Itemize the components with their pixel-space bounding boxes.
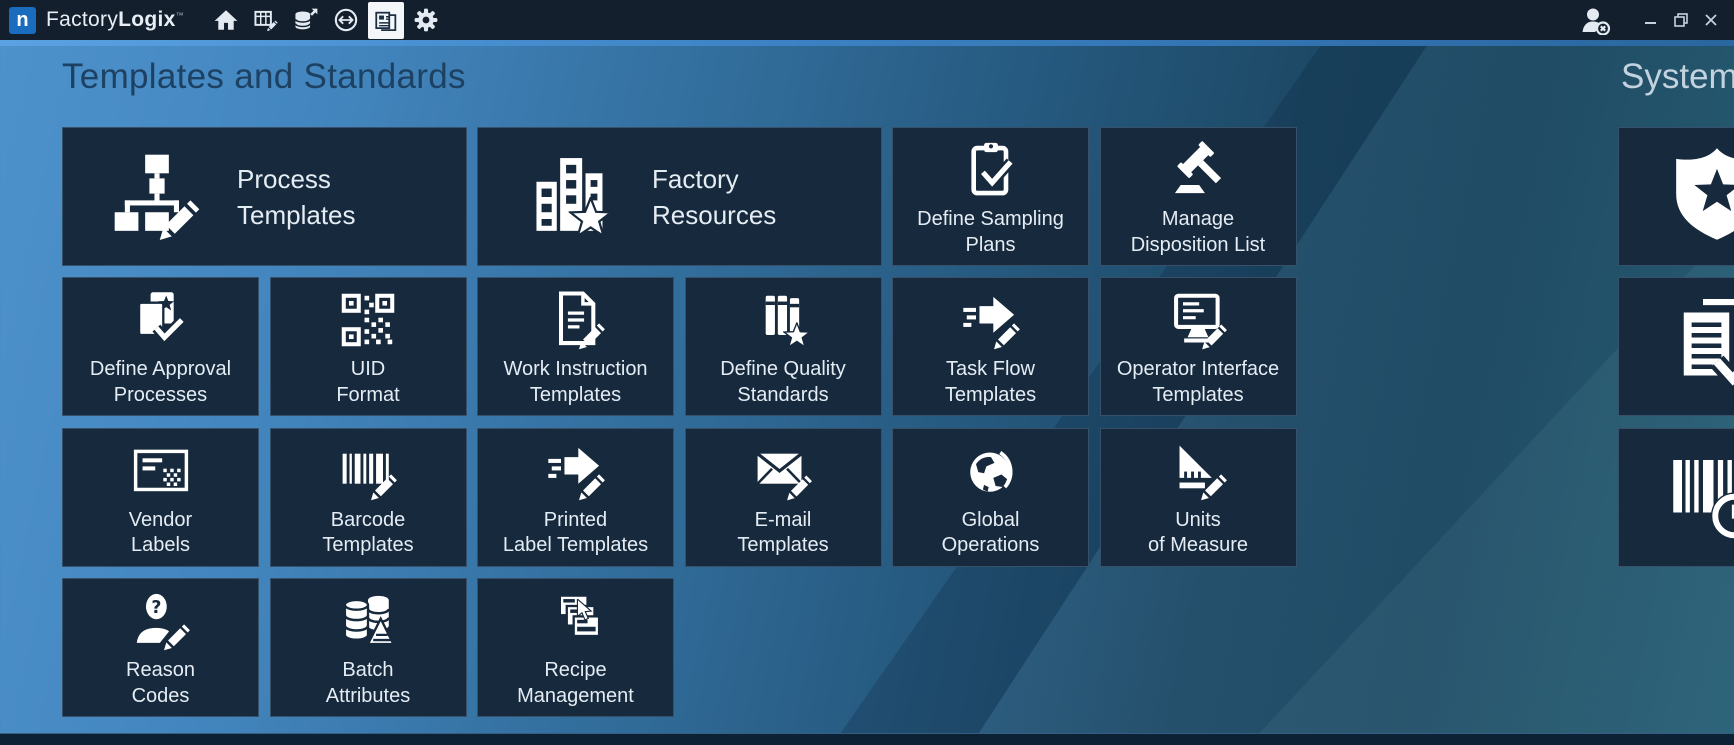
tile-label: Define ApprovalProcesses <box>90 357 231 415</box>
system-section-title: System <box>1621 57 1734 97</box>
tile-global-operations[interactable]: GlobalOperations <box>892 428 1089 567</box>
tile-label: PrintedLabel Templates <box>503 508 648 566</box>
tile-label: VendorLabels <box>129 508 192 566</box>
templates-and-standards-icon[interactable] <box>368 2 404 39</box>
books-star-icon <box>753 278 813 357</box>
tile-task-flow-templates[interactable]: Task FlowTemplates <box>892 277 1089 416</box>
window-controls <box>1578 3 1724 37</box>
tile-label: FactoryResources <box>652 161 776 233</box>
tile-label: Unitsof Measure <box>1148 508 1248 566</box>
accent-divider <box>0 40 1734 46</box>
tile-label: UIDFormat <box>336 357 399 415</box>
main-nav <box>206 0 446 40</box>
tile-define-sampling-plans[interactable]: Define SamplingPlans <box>892 127 1089 266</box>
svg-text:?: ? <box>151 598 161 618</box>
database-funnel-icon <box>338 579 398 658</box>
person-question-pencil-icon: ? <box>131 579 191 658</box>
tile-system-document-check[interactable] <box>1618 277 1734 416</box>
tile-email-templates[interactable]: E-mailTemplates <box>685 428 882 567</box>
tile-label: Define SamplingPlans <box>917 207 1064 265</box>
tile-label: E-mailTemplates <box>737 508 828 566</box>
clipboard-check-icon <box>961 128 1021 207</box>
label-qr-icon <box>131 429 191 508</box>
top-bar: n FactoryLogix™ <box>0 0 1734 40</box>
globe-icon <box>961 429 1021 508</box>
tile-label: Task FlowTemplates <box>945 357 1036 415</box>
windows-stack-icon <box>546 579 606 658</box>
tile-factory-resources[interactable]: FactoryResources <box>477 127 882 266</box>
tile-label: GlobalOperations <box>942 508 1040 566</box>
tile-label: ProcessTemplates <box>237 161 356 233</box>
system-section <box>1618 127 1734 567</box>
bottom-edge-bar <box>0 733 1734 745</box>
tile-operator-interface-templates[interactable]: Operator InterfaceTemplates <box>1100 277 1297 416</box>
user-logout-icon[interactable] <box>1578 3 1612 37</box>
tile-units-of-measure[interactable]: Unitsof Measure <box>1100 428 1297 567</box>
tile-reason-codes[interactable]: ? ReasonCodes <box>62 578 259 717</box>
approval-documents-icon <box>131 278 191 357</box>
tile-label: BatchAttributes <box>326 658 410 716</box>
production-worksheet-icon[interactable] <box>246 0 286 40</box>
shield-star-icon <box>1668 145 1734 248</box>
page-title: Templates and Standards <box>62 57 466 97</box>
home-icon[interactable] <box>206 0 246 40</box>
close-button[interactable] <box>1698 7 1724 33</box>
templates-grid: ProcessTemplates FactoryResources Define… <box>62 127 1297 717</box>
material-receive-icon[interactable] <box>286 0 326 40</box>
barcode-clock-icon <box>1668 446 1734 549</box>
dispatch-icon[interactable] <box>326 0 366 40</box>
arrow-pencil-icon <box>961 278 1021 357</box>
flowchart-pencil-icon <box>113 153 201 241</box>
envelope-pencil-icon <box>753 429 813 508</box>
brand-name: FactoryLogix™ <box>46 8 184 32</box>
tile-uid-format[interactable]: UIDFormat <box>270 277 467 416</box>
tile-define-quality-standards[interactable]: Define QualityStandards <box>685 277 882 416</box>
tile-label: ManageDisposition List <box>1131 207 1266 265</box>
tile-system-security[interactable] <box>1618 127 1734 266</box>
restore-button[interactable] <box>1668 7 1694 33</box>
tile-vendor-labels[interactable]: VendorLabels <box>62 428 259 567</box>
document-pencil-icon <box>546 278 606 357</box>
tile-label: Work InstructionTemplates <box>503 357 647 415</box>
tile-label: Operator InterfaceTemplates <box>1117 357 1279 415</box>
document-check-icon <box>1668 295 1734 398</box>
barcode-pencil-icon <box>338 429 398 508</box>
qr-code-icon <box>338 278 398 357</box>
set-square-pencil-icon <box>1168 429 1228 508</box>
monitor-pencil-icon <box>1168 278 1228 357</box>
tile-define-approval-processes[interactable]: Define ApprovalProcesses <box>62 277 259 416</box>
gavel-icon <box>1168 128 1228 207</box>
tile-manage-disposition-list[interactable]: ManageDisposition List <box>1100 127 1297 266</box>
tile-barcode-templates[interactable]: BarcodeTemplates <box>270 428 467 567</box>
factory-star-icon <box>528 153 616 241</box>
factorylogix-logo: n <box>9 7 36 34</box>
tile-batch-attributes[interactable]: BatchAttributes <box>270 578 467 717</box>
tile-system-barcode-history[interactable] <box>1618 428 1734 567</box>
tile-label: BarcodeTemplates <box>322 508 413 566</box>
factorylogix-window: { "colors":{"topbar_bg":"#131f2d","accen… <box>0 0 1734 745</box>
settings-gear-icon[interactable] <box>406 0 446 40</box>
minimize-button[interactable] <box>1638 7 1664 33</box>
tile-work-instruction-templates[interactable]: Work InstructionTemplates <box>477 277 674 416</box>
tile-label: ReasonCodes <box>126 658 195 716</box>
tile-label: RecipeManagement <box>517 658 634 716</box>
tile-printed-label-templates[interactable]: PrintedLabel Templates <box>477 428 674 567</box>
tile-process-templates[interactable]: ProcessTemplates <box>62 127 467 266</box>
tile-label: Define QualityStandards <box>720 357 846 415</box>
tile-recipe-management[interactable]: RecipeManagement <box>477 578 674 717</box>
arrow-pencil-icon <box>546 429 606 508</box>
